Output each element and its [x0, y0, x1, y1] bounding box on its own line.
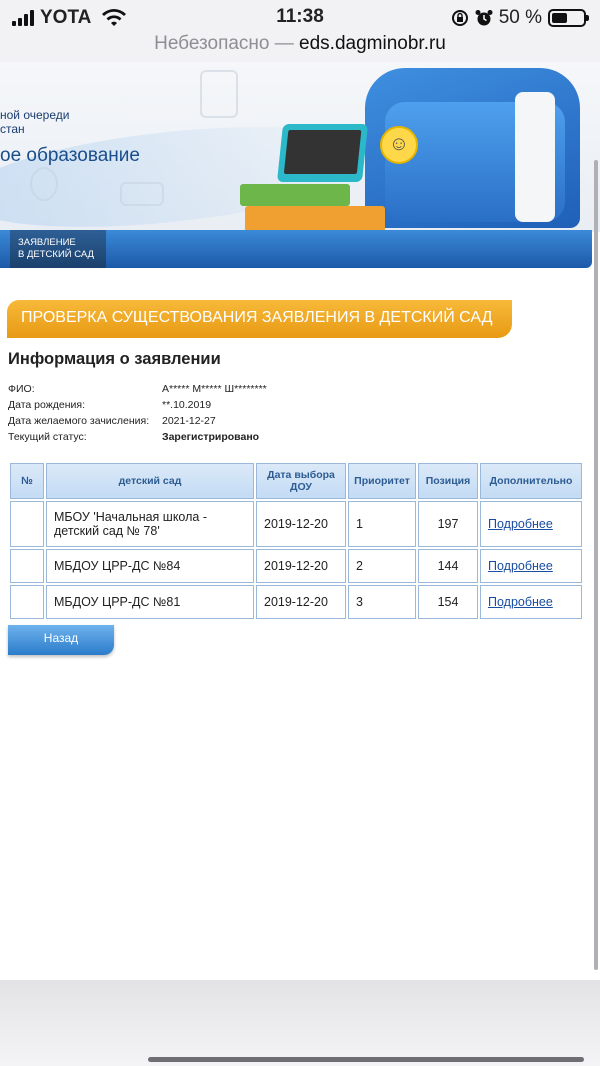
section-header: ПРОВЕРКА СУЩЕСТВОВАНИЯ ЗАЯВЛЕНИЯ В ДЕТСК…	[7, 300, 512, 338]
nav-item-kindergarten-application[interactable]: Заявление в детский сад	[10, 230, 106, 268]
cell-priority: 1	[348, 501, 416, 547]
status-label: Текущий статус:	[8, 431, 87, 443]
details-link[interactable]: Подробнее	[488, 595, 553, 609]
section-title: ПРОВЕРКА СУЩЕСТВОВАНИЯ ЗАЯВЛЕНИЯ В ДЕТСК…	[21, 309, 493, 326]
kindergarten-table: № детский сад Дата выбора ДОУ Приоритет …	[8, 461, 584, 621]
school-illustration: ☺	[235, 62, 600, 232]
table-row: МБДОУ ЦРР-ДС №84 2019-12-20 2 144 Подроб…	[10, 549, 582, 583]
nav-item-label-1: Заявление	[18, 237, 76, 248]
info-heading: Информация о заявлении	[8, 350, 221, 368]
enroll-label: Дата желаемого зачисления:	[8, 415, 150, 427]
url-domain: eds.dagminobr.ru	[299, 33, 446, 54]
status-right: 50 %	[451, 7, 589, 29]
col-header-priority: Приоритет	[348, 463, 416, 499]
status-bar: YOTA 11:38 50 %	[0, 0, 600, 32]
birth-label: Дата рождения:	[8, 399, 85, 411]
details-link[interactable]: Подробнее	[488, 559, 553, 573]
col-header-date: Дата выбора ДОУ	[256, 463, 346, 499]
cell-more: Подробнее	[480, 501, 582, 547]
cell-kindergarten: МБДОУ ЦРР-ДС №84	[46, 549, 254, 583]
cell-number	[10, 585, 44, 619]
battery-percent: 50 %	[498, 7, 542, 28]
col-header-position: Позиция	[418, 463, 478, 499]
cell-more: Подробнее	[480, 549, 582, 583]
col-header-kindergarten: детский сад	[46, 463, 254, 499]
book-image	[240, 184, 350, 206]
battery-icon	[548, 9, 589, 27]
fio-value: А***** М***** Ш********	[162, 383, 267, 395]
url-bar[interactable]: Небезопасно — eds.dagminobr.ru	[0, 30, 600, 62]
insecure-label: Небезопасно —	[154, 33, 294, 54]
back-button[interactable]: Назад	[8, 625, 114, 655]
cell-more: Подробнее	[480, 585, 582, 619]
browser-bottom-area	[0, 980, 600, 1066]
cell-date: 2019-12-20	[256, 585, 346, 619]
fio-label: ФИО:	[8, 383, 35, 395]
col-header-more: Дополнительно	[480, 463, 582, 499]
cell-position: 197	[418, 501, 478, 547]
banner-subtitle-2: стан	[0, 122, 25, 136]
cell-number	[10, 549, 44, 583]
table-row: МБДОУ ЦРР-ДС №81 2019-12-20 3 154 Подроб…	[10, 585, 582, 619]
web-page: ной очереди стан ое образование ☺ Заявле…	[0, 62, 600, 980]
backpack-strap	[515, 92, 555, 222]
tablet-image	[276, 124, 369, 182]
details-link[interactable]: Подробнее	[488, 517, 553, 531]
birth-value: **.10.2019	[162, 399, 212, 411]
cell-kindergarten: МБДОУ ЦРР-ДС №81	[46, 585, 254, 619]
cell-position: 154	[418, 585, 478, 619]
cell-kindergarten: МБОУ 'Начальная школа - детский сад № 78…	[46, 501, 254, 547]
alarm-clock-icon	[475, 10, 493, 26]
doodle-icon	[200, 70, 238, 118]
rotation-lock-icon	[451, 10, 468, 26]
col-header-number: №	[10, 463, 44, 499]
cell-number	[10, 501, 44, 547]
banner-subtitle-1: ной очереди	[0, 108, 70, 122]
cell-priority: 2	[348, 549, 416, 583]
site-banner: ной очереди стан ое образование ☺	[0, 62, 600, 232]
main-nav: Заявление в детский сад	[0, 230, 592, 268]
book-image	[245, 206, 385, 232]
cell-position: 144	[418, 549, 478, 583]
cell-date: 2019-12-20	[256, 501, 346, 547]
banner-title: ое образование	[0, 145, 140, 166]
home-indicator[interactable]	[148, 1057, 584, 1062]
table-row: МБОУ 'Начальная школа - детский сад № 78…	[10, 501, 582, 547]
smiley-icon: ☺	[380, 126, 418, 164]
nav-item-label-2: в детский сад	[18, 249, 94, 260]
enroll-value: 2021-12-27	[162, 415, 216, 427]
table-header-row: № детский сад Дата выбора ДОУ Приоритет …	[10, 463, 582, 499]
cell-date: 2019-12-20	[256, 549, 346, 583]
cell-priority: 3	[348, 585, 416, 619]
scrollbar[interactable]	[594, 160, 598, 970]
status-value: Зарегистрировано	[162, 431, 260, 443]
battery-fill	[552, 13, 567, 23]
